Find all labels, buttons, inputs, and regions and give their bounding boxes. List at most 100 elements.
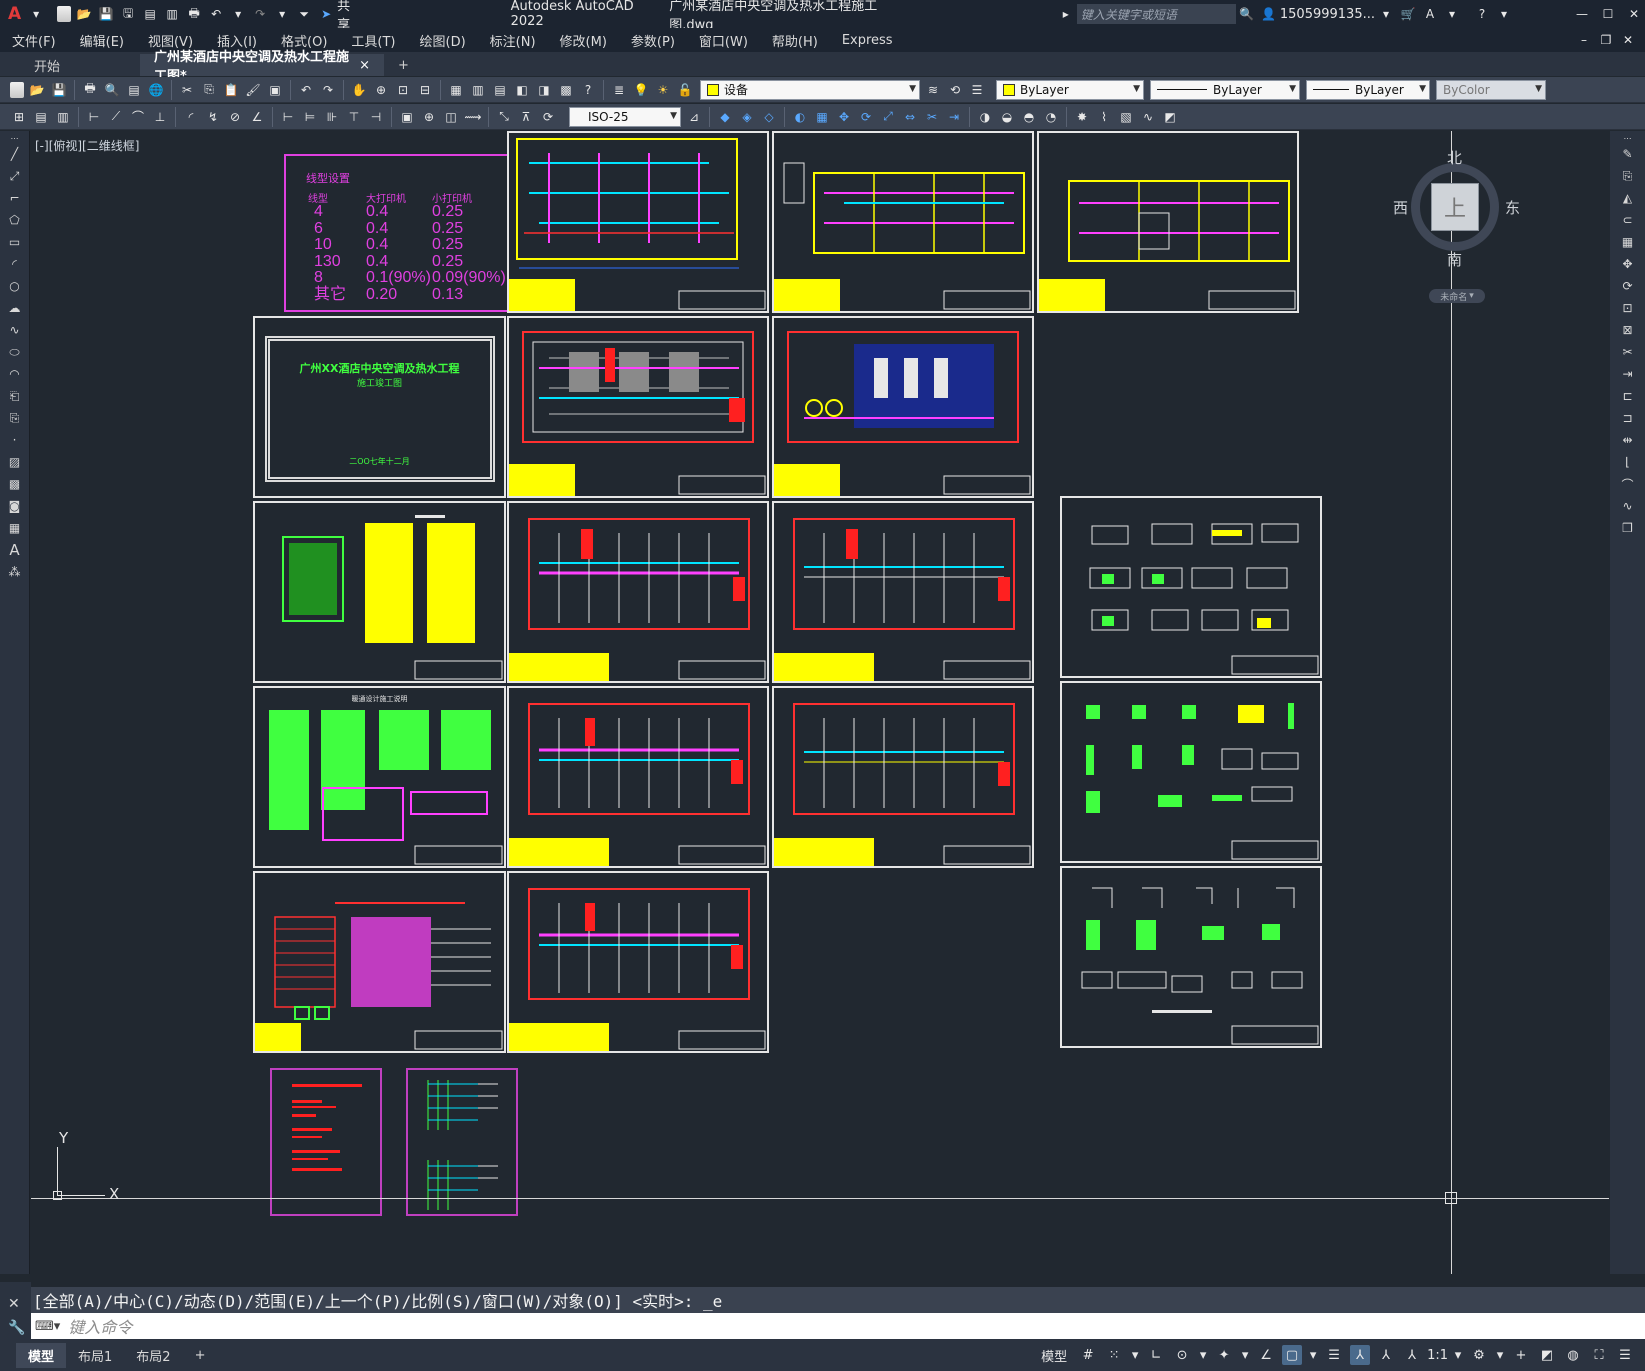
open-icon[interactable]: 📂 bbox=[28, 81, 46, 99]
arc-length-icon[interactable]: ⌒ bbox=[129, 108, 147, 126]
search-input[interactable]: 键入关键字或短语 bbox=[1076, 4, 1236, 24]
explode-icon[interactable]: ✸ bbox=[1073, 108, 1091, 126]
grid-icon[interactable]: # bbox=[1078, 1345, 1098, 1365]
copy-icon[interactable]: ⎘ bbox=[200, 81, 218, 99]
doc-restore-icon[interactable]: ❐ bbox=[1597, 31, 1615, 49]
undo-dropdown-icon[interactable]: ▾ bbox=[229, 5, 247, 23]
join-icon[interactable]: ◒ bbox=[998, 108, 1016, 126]
sheet-plan-3[interactable] bbox=[1037, 131, 1299, 313]
annotation-visibility-icon[interactable]: ⅄ bbox=[1350, 1345, 1371, 1365]
sheet-notes[interactable]: 暖通设计施工说明 bbox=[253, 686, 506, 868]
viewcube-south[interactable]: 南 bbox=[1447, 249, 1462, 270]
erase-right-icon[interactable]: ✎ bbox=[1618, 145, 1638, 163]
center-mark-icon[interactable]: ⊕ bbox=[420, 108, 438, 126]
chamfer-icon[interactable]: ◓ bbox=[1020, 108, 1038, 126]
layout-tab-2[interactable]: 布局2 bbox=[124, 1343, 182, 1368]
dimstyle-dropdown[interactable]: ISO-25 ▼ bbox=[569, 106, 681, 127]
offset-right-icon[interactable]: ⊂ bbox=[1618, 211, 1638, 229]
polygon-icon[interactable]: ⬠ bbox=[5, 211, 25, 229]
user-name[interactable]: 1505999135... bbox=[1280, 7, 1375, 22]
sheet-plan-9[interactable] bbox=[772, 686, 1034, 868]
baseline-dim-icon[interactable]: ⊨ bbox=[301, 108, 319, 126]
wcs-menu[interactable]: 未命名 ▾ bbox=[1429, 289, 1485, 303]
sheet-details-3[interactable] bbox=[1060, 866, 1322, 1048]
construction-line-icon[interactable]: ⤢ bbox=[5, 167, 25, 185]
inspect-icon[interactable]: ◫ bbox=[442, 108, 460, 126]
dim-update-icon[interactable]: ⟳ bbox=[539, 108, 557, 126]
sheet-plan-6[interactable] bbox=[507, 501, 769, 683]
sheet-plan-10[interactable] bbox=[507, 871, 769, 1053]
erase-icon[interactable]: ◆ bbox=[716, 108, 734, 126]
add-scale-icon[interactable]: + bbox=[1511, 1345, 1531, 1365]
line-settings-table[interactable]: 线型设置 线型 大打印机 小打印机 4 0.4 0.25 6 0.4 0.25 10 0.4 0… bbox=[284, 154, 514, 312]
explode-right-icon[interactable]: ❒ bbox=[1618, 519, 1638, 537]
cut-icon[interactable]: ✂ bbox=[178, 81, 196, 99]
tool-palettes-icon[interactable]: ▤ bbox=[491, 81, 509, 99]
scale-icon[interactable]: ⤢ bbox=[879, 108, 897, 126]
viewcube-north[interactable]: 北 bbox=[1447, 147, 1462, 168]
snap-dropdown-icon[interactable]: ▾ bbox=[1130, 1345, 1140, 1365]
sheet-cover[interactable]: 广州XX酒店中央空调及热水工程 施工竣工图 二OO七年十二月 bbox=[253, 316, 506, 498]
dim-space-icon[interactable]: ⊤ bbox=[345, 108, 363, 126]
pedit-icon[interactable]: ⌇ bbox=[1095, 108, 1113, 126]
plot-icon[interactable]: 🖶 bbox=[81, 81, 99, 99]
isodraft-dropdown-icon[interactable]: ▾ bbox=[1240, 1345, 1250, 1365]
toolbar-undo-icon[interactable]: ↶ bbox=[297, 81, 315, 99]
copy-right-icon[interactable]: ⎘ bbox=[1618, 167, 1638, 185]
array-right-icon[interactable]: ▦ bbox=[1618, 233, 1638, 251]
linear-dim-icon[interactable]: ⊢ bbox=[85, 108, 103, 126]
design-center-icon[interactable]: ▥ bbox=[469, 81, 487, 99]
extend-icon[interactable]: ⇥ bbox=[945, 108, 963, 126]
tab-drawing[interactable]: 广州某酒店中央空调及热水工程施工图* × bbox=[140, 50, 384, 84]
rotate-icon[interactable]: ⟳ bbox=[857, 108, 875, 126]
isolate-objects-icon[interactable]: ◩ bbox=[1537, 1345, 1557, 1365]
sheet-plan-5[interactable] bbox=[772, 316, 1034, 498]
publish-icon[interactable]: ▥ bbox=[163, 5, 181, 23]
clean-screen-icon[interactable]: ⛶ bbox=[1589, 1345, 1609, 1365]
region-icon[interactable]: ◙ bbox=[5, 497, 25, 515]
sheet-system-diagram[interactable] bbox=[253, 871, 506, 1053]
scale-dropdown-icon[interactable]: ▾ bbox=[1453, 1345, 1463, 1365]
sheet-plan-4[interactable] bbox=[507, 316, 769, 498]
trim-right-icon[interactable]: ✂ bbox=[1618, 343, 1638, 361]
customize-quick-access-icon[interactable]: ⏷ bbox=[295, 5, 313, 23]
save-as-icon[interactable]: 🖫 bbox=[119, 5, 137, 23]
quickcalc-icon[interactable]: ▩ bbox=[557, 81, 575, 99]
model-space-canvas[interactable]: [-][俯视][二维线框] 线型设置 线型 大打印机 小打印机 4 0.4 0.25… bbox=[31, 131, 1609, 1274]
web-publish-icon[interactable]: 🌐 bbox=[147, 81, 165, 99]
move-icon[interactable]: ✥ bbox=[835, 108, 853, 126]
sheet-set-icon[interactable]: ◧ bbox=[513, 81, 531, 99]
quick-dim-icon[interactable]: ⊢ bbox=[279, 108, 297, 126]
trim-icon[interactable]: ✂ bbox=[923, 108, 941, 126]
save-icon[interactable]: 💾 bbox=[97, 5, 115, 23]
break-icon[interactable]: ◑ bbox=[976, 108, 994, 126]
ellipse-arc-icon[interactable]: ◠ bbox=[5, 365, 25, 383]
blend-icon[interactable]: ∿ bbox=[1618, 497, 1638, 515]
mtext-icon[interactable]: A bbox=[5, 541, 25, 559]
zoom-realtime-icon[interactable]: ⊕ bbox=[372, 81, 390, 99]
undo-icon[interactable]: ↶ bbox=[207, 5, 225, 23]
customization-menu-icon[interactable]: ☰ bbox=[1615, 1345, 1635, 1365]
layer-properties-icon[interactable]: ≣ bbox=[610, 81, 628, 99]
expand-arrow-icon[interactable]: ▸ bbox=[1057, 5, 1075, 23]
aligned-dim-icon[interactable]: ⟋ bbox=[107, 108, 125, 126]
menu-modify[interactable]: 修改(M) bbox=[548, 31, 619, 50]
object-snap-icon[interactable]: ▢ bbox=[1282, 1345, 1303, 1365]
properties-icon[interactable]: ▦ bbox=[447, 81, 465, 99]
line-icon[interactable]: ╱ bbox=[5, 145, 25, 163]
minimize-icon[interactable]: — bbox=[1573, 5, 1591, 23]
share-icon[interactable]: ➤ bbox=[317, 5, 335, 23]
layer-lock-icon[interactable]: 🔓 bbox=[676, 81, 694, 99]
annotation-scale-icon[interactable]: ⅄ bbox=[1402, 1345, 1422, 1365]
revcloud-icon[interactable]: ☁ bbox=[5, 299, 25, 317]
ellipse-icon[interactable]: ⬭ bbox=[5, 343, 25, 361]
hatch-icon[interactable]: ▨ bbox=[5, 453, 25, 471]
sheet-plan-8[interactable] bbox=[507, 686, 769, 868]
rotate-right-icon[interactable]: ⟳ bbox=[1618, 277, 1638, 295]
zoom-previous-icon[interactable]: ⊟ bbox=[416, 81, 434, 99]
command-prompt-icon[interactable]: ⌨▾ bbox=[35, 1319, 60, 1334]
array-icon[interactable]: ▦ bbox=[813, 108, 831, 126]
layer-walk-icon[interactable]: ▥ bbox=[54, 108, 72, 126]
viewcube-east[interactable]: 东 bbox=[1505, 197, 1520, 218]
make-current-icon[interactable]: ≋ bbox=[924, 81, 942, 99]
